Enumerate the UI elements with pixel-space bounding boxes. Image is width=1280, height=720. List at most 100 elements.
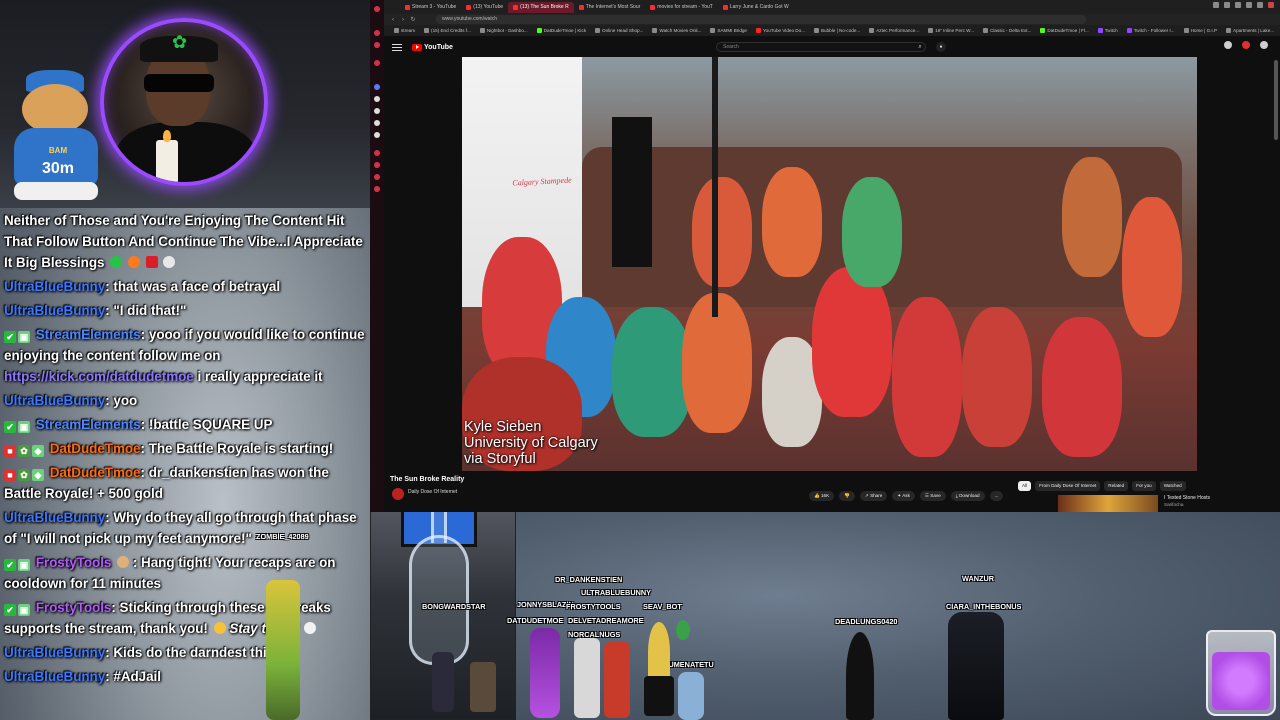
zombie-sprite <box>266 580 300 720</box>
viewer-sprite <box>432 652 454 712</box>
rail-dot-icon[interactable] <box>374 84 380 90</box>
chat-username[interactable]: StreamElements <box>36 327 141 342</box>
viewer-sprite-label: WANZUR <box>962 574 995 583</box>
recommended-video-title[interactable]: I Tested Stone Hosts <box>1164 495 1210 501</box>
back-icon[interactable]: ‹ <box>388 17 398 23</box>
rail-dot-icon[interactable] <box>374 150 380 156</box>
chat-link[interactable]: https://kick.com/datdudetmoe <box>4 369 194 384</box>
save-button[interactable]: ☰ Save <box>919 491 946 501</box>
channel-avatar[interactable] <box>392 488 404 500</box>
rail-dot-icon[interactable] <box>374 108 380 114</box>
chat-username[interactable]: UltraBlueBunny <box>4 645 105 660</box>
rail-dot-icon[interactable] <box>374 174 380 180</box>
bookmark-item[interactable]: Home | G.I.P <box>1183 28 1217 33</box>
scrollbar[interactable] <box>1274 60 1278 140</box>
bookmark-favicon-icon <box>869 28 875 33</box>
like-button[interactable]: 👍 16K <box>809 491 835 501</box>
broadcaster-badge-icon: ■ <box>4 445 16 457</box>
bookmark-item[interactable]: Classic - Delta Ext... <box>983 28 1031 33</box>
rail-dot-icon[interactable] <box>374 42 380 48</box>
share-button[interactable]: ↗ Share <box>859 491 888 501</box>
bookmark-item[interactable]: SAMMI Bridge <box>710 28 747 33</box>
chat-username[interactable]: StreamElements <box>36 417 141 432</box>
bookmark-item[interactable]: Aztec Performance... <box>869 28 919 33</box>
browser-tab[interactable]: Larry June & Cardo Got W <box>718 2 794 13</box>
upload-icon[interactable] <box>1224 41 1232 49</box>
rail-dot-icon[interactable] <box>374 120 380 126</box>
bookmark-item[interactable]: DatDudeTmoe | Fl... <box>1040 28 1089 33</box>
chat-username[interactable]: UltraBlueBunny <box>4 393 105 408</box>
download-icon[interactable] <box>1224 2 1230 8</box>
rail-dot-icon[interactable] <box>374 132 380 138</box>
video-player[interactable]: Calgary Stampede Kyle Sieben University … <box>462 57 1197 471</box>
browser-tab-active[interactable]: (13) The Sun Broke R <box>508 1 574 13</box>
bookmark-item[interactable]: Apartments | Lake... <box>1226 28 1274 33</box>
viewer-sprite <box>470 662 496 712</box>
viewer-sprite-label: ULTRABLUEBUNNY <box>581 588 651 597</box>
browser-tab[interactable]: The Internet's Most Sour <box>574 2 646 13</box>
chat-username[interactable]: DatDudeTmoe <box>50 465 141 480</box>
microphone-icon[interactable]: ● <box>936 42 946 52</box>
tab-strip: Stream 3 - YouTube (13) YouTube (13) The… <box>384 0 1280 14</box>
download-button[interactable]: ⤓ Download <box>950 491 985 501</box>
bookmark-item[interactable]: 18" Inline Perc W... <box>928 28 974 33</box>
menu-icon[interactable] <box>392 43 402 51</box>
rail-dot-icon[interactable] <box>374 30 380 36</box>
chat-username[interactable]: UltraBlueBunny <box>4 669 105 684</box>
extension-icon[interactable] <box>1213 2 1219 8</box>
filter-chip-related[interactable]: Related <box>1104 481 1129 491</box>
browser-tab[interactable]: (13) YouTube <box>461 2 508 13</box>
minimize-icon[interactable] <box>1246 2 1252 8</box>
chat-username[interactable]: UltraBlueBunny <box>4 303 105 318</box>
recommended-video-thumbnail[interactable] <box>1058 495 1158 512</box>
profile-icon[interactable] <box>1235 2 1241 8</box>
chat-message: UltraBlueBunny: yoo <box>4 390 366 411</box>
more-actions-button[interactable]: ... <box>989 491 1004 501</box>
chat-username[interactable]: UltraBlueBunny <box>4 279 105 294</box>
chat-username[interactable]: DatDudeTmoe <box>50 441 141 456</box>
bookmark-item[interactable]: Twitch - Follower r... <box>1126 28 1175 33</box>
chat-username[interactable]: FrostyTools <box>36 600 112 615</box>
rail-dot-icon[interactable] <box>374 96 380 102</box>
browser-tab[interactable]: Stream 3 - YouTube <box>400 2 461 13</box>
filter-chip-all[interactable]: All <box>1018 481 1032 491</box>
bookmark-item[interactable]: Twitch <box>1097 28 1118 33</box>
rail-dot-icon[interactable] <box>374 60 380 66</box>
ask-button[interactable]: ✦ Ask <box>892 491 915 501</box>
folder-icon <box>394 28 399 33</box>
channel-name[interactable]: Daily Dose Of Internet <box>408 489 457 495</box>
bookmark-item[interactable]: (15) End Credits f... <box>424 28 471 33</box>
bookmark-item[interactable]: stream <box>394 28 415 33</box>
bookmark-item[interactable]: Nightbot - Dashbo... <box>479 28 528 33</box>
filter-chip-channel[interactable]: From Daily Dose Of Internet <box>1035 481 1101 491</box>
bookmark-item[interactable]: Watch Movies Onli... <box>652 28 701 33</box>
url-field[interactable]: www.youtube.com/watch <box>436 15 1086 24</box>
maximize-icon[interactable] <box>1257 2 1263 8</box>
viewer-sprite-label: DR_DANKENSTIEN <box>555 575 623 584</box>
chat-username[interactable]: FrostyTools <box>36 555 112 570</box>
bookmark-item[interactable]: YouTube Video Do... <box>756 28 805 33</box>
search-icon[interactable]: ⌕ <box>912 42 928 52</box>
save-label: Save <box>930 493 941 498</box>
close-icon[interactable] <box>1268 2 1274 8</box>
bookmark-item[interactable]: Online Head Shop... <box>595 28 643 33</box>
chat-username[interactable]: UltraBlueBunny <box>4 510 105 525</box>
bookmark-item[interactable]: DatDudeTmoe | Kick <box>536 28 586 33</box>
rail-dot-icon[interactable] <box>374 6 380 12</box>
rail-dot-icon[interactable] <box>374 162 380 168</box>
bookmark-item[interactable]: Bubble | No-code... <box>813 28 860 33</box>
filter-chip-for-you[interactable]: For you <box>1132 481 1156 491</box>
mod-badge-icon: ✔ <box>4 559 16 571</box>
dislike-button[interactable]: 👎 <box>839 491 855 501</box>
rail-dot-icon[interactable] <box>374 186 380 192</box>
youtube-play-icon <box>412 43 422 51</box>
reload-icon[interactable]: ↻ <box>408 16 418 23</box>
youtube-logo[interactable]: YouTube <box>412 43 453 51</box>
search-input[interactable]: Search <box>716 42 926 52</box>
forward-icon[interactable]: › <box>398 17 408 23</box>
notifications-icon[interactable] <box>1242 41 1250 49</box>
account-avatar[interactable] <box>1260 41 1268 49</box>
filter-chip-watched[interactable]: Watched <box>1159 481 1186 491</box>
browser-tab[interactable]: movies for stream - YouT <box>645 2 718 13</box>
chat-message: ✔ ▣ StreamElements: yooo if you would lik… <box>4 324 366 387</box>
